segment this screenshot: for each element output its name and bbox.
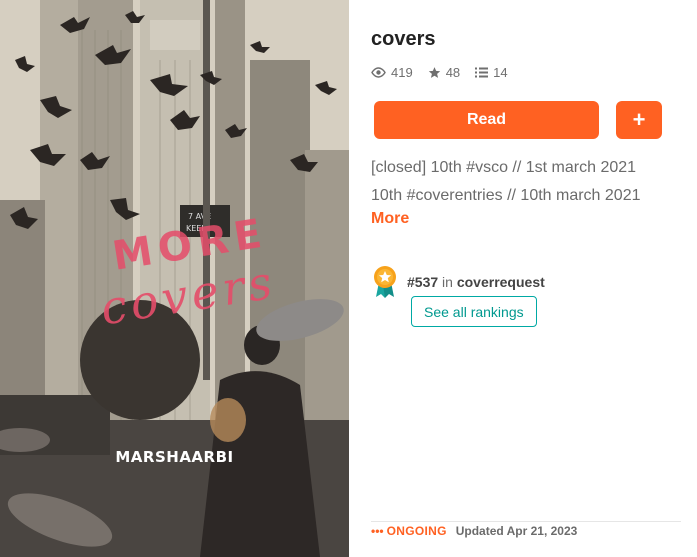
story-info-panel: covers 419 48 14 Read + [closed] 10th #v… [349,0,697,557]
parts-stat: 14 [475,65,508,80]
rank-tag[interactable]: coverrequest [457,274,545,290]
status-badge: ONGOING [386,524,447,538]
story-stats: 419 48 14 [371,65,523,80]
ranking-row: #537 in coverrequest [371,265,545,299]
parts-count: 14 [493,65,508,80]
reads-stat: 419 [371,65,413,80]
star-icon [428,67,440,78]
ranking-text: #537 in coverrequest [407,274,545,290]
story-status-row: ••• ONGOING Updated Apr 21, 2023 [371,524,577,538]
cover-author: MARSHAARBI [115,448,234,466]
votes-count: 48 [445,65,461,80]
rank-number: #537 [407,274,439,290]
list-icon [475,67,489,78]
description-line-2: 10th #coverentries // 10th march 2021 [371,187,641,204]
story-title: covers [371,28,436,50]
reads-count: 419 [391,65,413,80]
description-line-1: [closed] 10th #vsco // 1st march 2021 [371,159,637,176]
divider [371,521,681,522]
status-dots-icon: ••• [371,524,384,538]
cover-image[interactable]: 7 AVE KEEP MORE covers MARSHAARBI [0,0,349,557]
read-button[interactable]: Read [374,101,599,139]
rank-in: in [442,274,453,290]
more-link[interactable]: More [371,210,409,228]
votes-stat: 48 [428,65,460,80]
eye-icon [371,67,386,78]
ranking-medal-icon [374,266,396,298]
add-to-library-button[interactable]: + [616,101,662,139]
updated-date: Updated Apr 21, 2023 [455,524,578,538]
story-description: [closed] 10th #vsco // 1st march 2021 10… [371,154,691,210]
see-all-rankings-button[interactable]: See all rankings [411,296,537,327]
